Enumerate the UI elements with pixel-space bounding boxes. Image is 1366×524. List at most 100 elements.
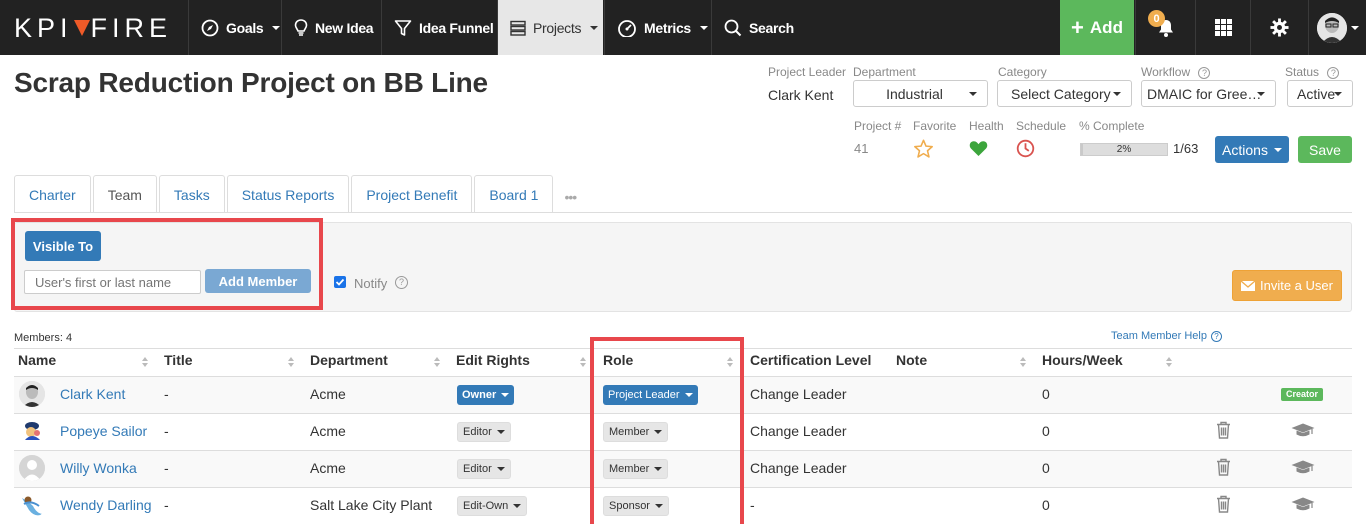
nav-idea-funnel[interactable]: Idea Funnel [381,0,506,55]
trash-icon[interactable] [1216,421,1231,439]
invite-user-button[interactable]: Invite a User [1232,270,1342,301]
nav-idea-funnel-label: Idea Funnel [419,19,494,36]
nav-new-idea[interactable]: New Idea [281,0,385,55]
department-value: Industrial [886,85,943,102]
tab-charter[interactable]: Charter [14,175,91,213]
member-name-link[interactable]: Wendy Darling [60,497,152,513]
kpifire-logo[interactable]: KPI FIRE [14,13,172,44]
trash-icon[interactable] [1216,458,1231,476]
chevron-down-icon [1273,147,1282,152]
tab-board-1[interactable]: Board 1 [474,175,554,213]
chevron-down-icon [496,430,505,434]
add-button[interactable]: + Add [1060,0,1134,55]
invite-user-label: Invite a User [1260,278,1333,293]
notification-count-badge: 0 [1148,10,1165,27]
graduation-cap-icon[interactable] [1291,423,1315,438]
health-heart-icon[interactable] [969,140,988,160]
workflow-label-text: Workflow [1141,65,1191,79]
schedule-clock-icon[interactable] [1016,139,1035,161]
sort-icon[interactable] [434,356,440,368]
status-select[interactable]: Active [1287,80,1353,107]
edit-rights-dropdown[interactable]: Owner [457,385,515,405]
header-hours[interactable]: Hours/Week [1042,352,1123,368]
nav-metrics-label: Metrics [644,19,691,36]
nav-metrics[interactable]: Metrics [604,0,720,55]
chevron-down-icon [272,25,281,30]
header-note[interactable]: Note [896,352,927,368]
settings-button[interactable] [1250,0,1308,55]
tab-status-reports[interactable]: Status Reports [226,175,350,213]
save-button[interactable]: Save [1298,136,1352,163]
header-department[interactable]: Department [310,352,388,368]
notify-checkbox[interactable] [334,276,346,288]
logo-text-left: KPI [14,13,73,43]
workflow-select[interactable]: DMAIC for Gree… [1141,80,1276,107]
member-hours[interactable]: 0 [1042,386,1050,402]
tab-tasks[interactable]: Tasks [158,175,225,213]
sort-icon[interactable] [288,356,294,368]
member-department: Salt Lake City Plant [310,497,433,513]
nav-goals[interactable]: Goals [188,0,292,55]
trash-icon[interactable] [1216,495,1231,513]
category-select[interactable]: Select Category [997,80,1132,107]
user-avatar [1316,12,1347,43]
member-hours[interactable]: 0 [1042,460,1050,476]
members-count: Members: 4 [14,332,73,344]
sort-icon[interactable] [1166,356,1172,368]
projects-icon [510,20,526,36]
more-tabs-icon[interactable]: ••• [564,189,577,205]
help-icon[interactable]: ? [1327,67,1340,79]
sort-icon[interactable] [580,356,586,368]
header-edit-rights[interactable]: Edit Rights [456,352,530,368]
team-member-help-label: Team Member Help [1111,330,1207,342]
member-hours[interactable]: 0 [1042,497,1050,513]
edit-rights-value: Editor [463,463,492,475]
member-name-link[interactable]: Willy Wonka [60,460,137,476]
edit-rights-dropdown[interactable]: Editor [457,459,511,479]
highlight-visible-to-box [11,218,323,310]
header-certification: Certification Level [750,352,872,368]
favorite-star-icon[interactable] [913,139,934,162]
edit-rights-dropdown[interactable]: Edit-Own [457,496,528,516]
member-title: - [164,386,169,402]
tab-project-benefit[interactable]: Project Benefit [351,175,473,213]
search-icon [724,19,742,36]
plus-icon: + [1071,14,1084,40]
chevron-down-icon [513,504,522,508]
graduation-cap-icon[interactable] [1291,497,1315,512]
member-name-link[interactable]: Clark Kent [60,386,125,402]
help-icon[interactable]: ? [395,276,408,289]
team-member-help-link[interactable]: Team Member Help ? [1111,330,1222,342]
avatar [19,455,45,481]
edit-rights-dropdown[interactable]: Editor [457,422,511,442]
member-title: - [164,423,169,439]
project-tabs: Charter Team Tasks Status Reports Projec… [14,175,577,213]
nav-goals-label: Goals [226,19,264,36]
member-certification: Change Leader [750,423,847,439]
nav-new-idea-label: New Idea [315,19,374,36]
member-department: Acme [310,386,346,402]
sort-icon[interactable] [142,356,148,368]
project-leader-value: Clark Kent [768,87,834,103]
member-hours[interactable]: 0 [1042,423,1050,439]
department-select[interactable]: Industrial [853,80,988,107]
apps-grid-button[interactable] [1195,0,1250,55]
chevron-down-icon [1350,25,1359,30]
chevron-down-icon [969,92,977,96]
edit-rights-value: Edit-Own [463,500,509,512]
header-title[interactable]: Title [164,352,193,368]
task-count: 1/63 [1173,141,1199,156]
sort-icon[interactable] [1020,356,1026,368]
member-name-link[interactable]: Popeye Sailor [60,423,147,439]
actions-button[interactable]: Actions [1215,136,1289,163]
favorite-label: Favorite [913,119,957,133]
tab-team[interactable]: Team [92,175,157,213]
nav-projects[interactable]: Projects [497,0,603,55]
user-menu[interactable] [1308,0,1366,55]
member-certification: - [750,497,755,513]
header-name[interactable]: Name [18,352,56,368]
graduation-cap-icon[interactable] [1291,460,1315,475]
help-icon[interactable]: ? [1198,67,1211,79]
notifications-button[interactable] [1135,0,1195,55]
nav-search[interactable]: Search [711,0,806,55]
